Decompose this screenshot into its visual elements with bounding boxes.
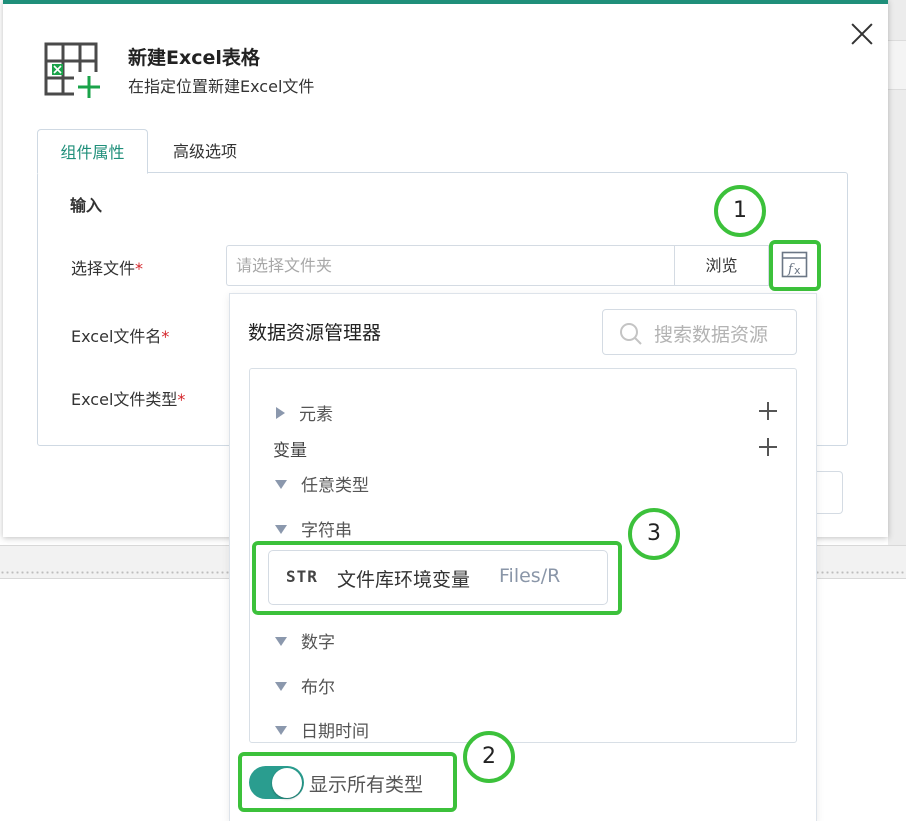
collapse-arrow-icon [275, 637, 287, 646]
field-label-excel-filetype: Excel文件类型* [71, 390, 186, 409]
tree-node-any-type[interactable]: 任意类型 [275, 471, 369, 496]
add-variable-icon[interactable] [759, 438, 777, 456]
variable-value: Files/R [499, 565, 561, 587]
browse-button[interactable]: 浏览 [674, 245, 769, 286]
svg-text:x: x [794, 264, 801, 277]
tab-advanced-options[interactable]: 高级选项 [160, 129, 250, 174]
callout-2: 2 [463, 731, 515, 783]
callout-3: 3 [628, 508, 680, 560]
section-title-input: 输入 [70, 196, 103, 215]
show-all-types-label: 显示所有类型 [309, 774, 424, 796]
hidden-button-edge [815, 471, 843, 514]
tree-node-elements[interactable]: 元素 [276, 400, 333, 425]
variable-name: 文件库环境变量 [337, 569, 471, 591]
collapse-arrow-icon [275, 682, 287, 691]
background-app-panel [888, 40, 906, 90]
tree-node-boolean[interactable]: 布尔 [275, 673, 335, 698]
str-type-icon: STR [286, 567, 318, 586]
field-label-excel-filename: Excel文件名* [71, 327, 170, 346]
expand-arrow-icon [276, 407, 285, 419]
callout-1: 1 [714, 185, 766, 237]
toggle-knob [272, 768, 302, 798]
tab-component-properties[interactable]: 组件属性 [37, 129, 148, 174]
tree-node-datetime[interactable]: 日期时间 [275, 717, 369, 742]
expression-button[interactable]: f x [769, 240, 821, 291]
field-label-select-file: 选择文件* [71, 259, 144, 278]
search-icon [620, 323, 642, 345]
tree-node-string[interactable]: 字符串 [275, 516, 352, 541]
dialog-subtitle: 在指定位置新建Excel文件 [128, 77, 315, 96]
collapse-arrow-icon [275, 480, 287, 489]
dialog-title: 新建Excel表格 [128, 47, 260, 69]
search-input[interactable]: 搜索数据资源 [602, 309, 797, 355]
add-element-icon[interactable] [759, 402, 777, 420]
data-resource-manager-title: 数据资源管理器 [248, 322, 382, 344]
search-placeholder: 搜索数据资源 [654, 324, 769, 346]
collapse-arrow-icon [275, 525, 287, 534]
collapse-arrow-icon [275, 726, 287, 735]
excel-table-add-icon [44, 42, 102, 102]
close-icon[interactable] [848, 20, 876, 48]
select-file-input[interactable]: 请选择文件夹 [226, 245, 674, 286]
tree-node-number[interactable]: 数字 [275, 628, 335, 653]
variable-item-file-library-env[interactable]: STR 文件库环境变量 Files/R [268, 550, 608, 605]
tree-node-variables[interactable]: 变量 [273, 436, 307, 461]
fx-icon: f x [781, 251, 808, 278]
